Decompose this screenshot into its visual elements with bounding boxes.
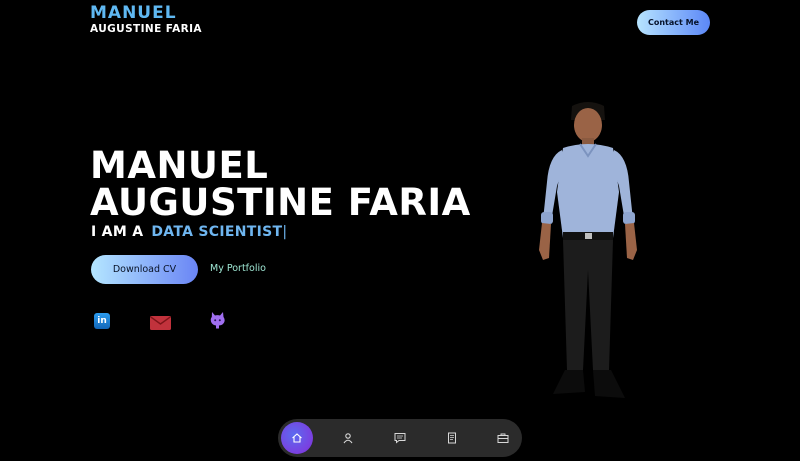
bottom-nav-bar: [278, 419, 522, 457]
document-glyph: [448, 432, 456, 444]
document-icon[interactable]: [436, 422, 468, 454]
tagline-prefix: I AM A: [91, 224, 144, 240]
logo-first-name: MANUEL: [90, 3, 177, 23]
linkedin-icon[interactable]: in: [94, 313, 110, 329]
avatar-3d-figure: [533, 100, 643, 419]
mail-icon[interactable]: [150, 315, 171, 334]
github-icon[interactable]: [209, 311, 226, 333]
github-glyph: [210, 312, 225, 329]
home-glyph: [292, 433, 302, 443]
mail-glyph: [150, 316, 171, 330]
logo-last-name: AUGUSTINE FARIA: [90, 23, 202, 35]
contact-button[interactable]: Contact Me: [637, 10, 710, 35]
chat-icon[interactable]: [384, 422, 416, 454]
hero-name-line2: AUGUSTINE FARIA: [90, 181, 471, 224]
portfolio-link[interactable]: My Portfolio: [210, 263, 266, 274]
briefcase-glyph: [497, 433, 509, 443]
hero-title: MANUEL AUGUSTINE FARIA: [90, 147, 471, 221]
linkedin-glyph: in: [97, 316, 107, 326]
user-glyph: [343, 433, 353, 444]
typing-cursor: |: [282, 224, 288, 240]
hero-tagline: I AM A DATA SCIENTIST|: [91, 224, 287, 240]
site-logo[interactable]: MANUEL AUGUSTINE FARIA: [90, 5, 202, 35]
tagline-role: DATA SCIENTIST: [151, 224, 283, 240]
user-icon[interactable]: [332, 422, 364, 454]
chat-glyph: [394, 433, 406, 444]
briefcase-icon[interactable]: [487, 422, 519, 454]
download-cv-button[interactable]: Download CV: [91, 255, 198, 284]
home-icon[interactable]: [281, 422, 313, 454]
